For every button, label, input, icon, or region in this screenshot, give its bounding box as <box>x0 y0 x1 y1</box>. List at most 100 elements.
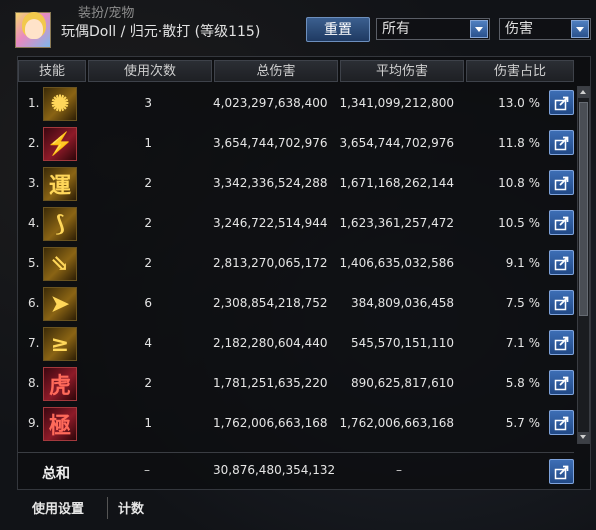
skill-glyph: ⚡ <box>46 131 74 157</box>
share-icon <box>554 96 569 111</box>
title-bar: 装扮/宠物 玩偶Doll / 归元·散打 (等级115) 重置 所有 伤害 <box>0 0 596 56</box>
slash-icon: ⚡ <box>43 127 77 161</box>
table-row: 4. ⟆ 2 3,246,722,514,944 1,623,361,257,4… <box>18 206 574 242</box>
row-rank: 6. <box>28 296 40 310</box>
chevron-down-icon[interactable] <box>571 20 589 38</box>
share-button[interactable] <box>549 250 574 275</box>
share-button[interactable] <box>549 410 574 435</box>
share-button[interactable] <box>549 290 574 315</box>
row-total: 1,781,251,635,220 <box>213 376 328 390</box>
share-button[interactable] <box>549 370 574 395</box>
row-pct: 7.5 % <box>505 296 540 310</box>
share-icon <box>554 176 569 191</box>
row-avg: 1,671,168,262,144 <box>339 176 454 190</box>
tab-count[interactable]: 计数 <box>118 498 144 517</box>
column-header-avg[interactable]: 平均伤害 <box>340 60 464 82</box>
row-pct: 5.8 % <box>505 376 540 390</box>
tab-usage-settings[interactable]: 使用设置 <box>32 498 84 517</box>
total-label: 总和 <box>42 466 70 482</box>
type-select[interactable]: 伤害 <box>499 18 591 40</box>
table-row: 9. 極 1 1,762,006,663,168 1,762,006,663,1… <box>18 406 574 442</box>
row-total: 3,342,336,524,288 <box>213 176 328 190</box>
skill-glyph: ⇘ <box>50 251 70 277</box>
total-damage: 30,876,480,354,132 <box>213 463 336 477</box>
row-rank: 7. <box>28 336 40 350</box>
scroll-up-icon[interactable] <box>578 87 589 98</box>
share-button[interactable] <box>549 90 574 115</box>
tab-divider <box>107 497 108 519</box>
row-total: 2,308,854,218,752 <box>213 296 328 310</box>
share-button[interactable] <box>549 170 574 195</box>
row-count: 1 <box>144 136 152 150</box>
skill-glyph: ≥ <box>50 331 70 357</box>
row-rank: 8. <box>28 376 40 390</box>
column-header-pct[interactable]: 伤害占比 <box>466 60 574 82</box>
row-total: 3,654,744,702,976 <box>213 136 328 150</box>
table-row: 1. ✺ 3 4,023,297,638,400 1,341,099,212,8… <box>18 86 574 122</box>
column-header-count[interactable]: 使用次数 <box>88 60 212 82</box>
row-count: 2 <box>144 376 152 390</box>
spike-icon: ≥ <box>43 327 77 361</box>
chevron-down-icon[interactable] <box>470 20 488 38</box>
row-pct: 7.1 % <box>505 336 540 350</box>
burst-icon: ✺ <box>43 87 77 121</box>
row-rank: 1. <box>28 96 40 110</box>
skill-glyph: ✺ <box>50 91 70 117</box>
share-icon <box>554 136 569 151</box>
skill-glyph: 運 <box>48 173 71 199</box>
table-row: 6. ➤ 6 2,308,854,218,752 384,809,036,458… <box>18 286 574 322</box>
row-pct: 13.0 % <box>498 96 540 110</box>
row-rank: 2. <box>28 136 40 150</box>
row-pct: 11.8 % <box>498 136 540 150</box>
row-avg: 1,762,006,663,168 <box>339 416 454 430</box>
yun-character-icon: 運 <box>43 167 77 201</box>
skill-glyph: 極 <box>48 413 71 439</box>
type-select-value: 伤害 <box>505 21 533 37</box>
row-total: 1,762,006,663,168 <box>213 416 328 430</box>
reset-button[interactable]: 重置 <box>306 17 370 42</box>
row-count: 1 <box>144 416 152 430</box>
share-icon <box>554 465 569 480</box>
row-pct: 9.1 % <box>505 256 540 270</box>
row-avg: 3,654,744,702,976 <box>339 136 454 150</box>
row-avg: 1,341,099,212,800 <box>339 96 454 110</box>
skill-glyph: 虎 <box>48 373 71 399</box>
table-row: 7. ≥ 4 2,182,280,604,440 545,570,151,110… <box>18 326 574 362</box>
row-count: 2 <box>144 256 152 270</box>
bottom-tab-bar: 使用设置 计数 <box>18 494 590 522</box>
row-rank: 9. <box>28 416 40 430</box>
share-button[interactable] <box>549 459 574 484</box>
row-rank: 5. <box>28 256 40 270</box>
row-avg: 545,570,151,110 <box>350 336 454 350</box>
row-avg: 890,625,817,610 <box>350 376 454 390</box>
row-rank: 4. <box>28 216 40 230</box>
table-scrollbar[interactable] <box>577 86 590 444</box>
scroll-thumb[interactable] <box>579 102 588 316</box>
row-pct: 10.5 % <box>498 216 540 230</box>
streak-icon: ⇘ <box>43 247 77 281</box>
filter-select[interactable]: 所有 <box>376 18 490 40</box>
row-pct: 10.8 % <box>498 176 540 190</box>
row-rank: 3. <box>28 176 40 190</box>
row-count: 6 <box>144 296 152 310</box>
background-tab-label: 装扮/宠物 <box>78 6 135 21</box>
table-row: 3. 運 2 3,342,336,524,288 1,671,168,262,1… <box>18 166 574 202</box>
ji-character-icon: 極 <box>43 407 77 441</box>
row-total: 2,813,270,065,172 <box>213 256 328 270</box>
share-button[interactable] <box>549 330 574 355</box>
shockwave-icon: ➤ <box>43 287 77 321</box>
share-icon <box>554 376 569 391</box>
row-avg: 384,809,036,458 <box>350 296 454 310</box>
character-title: 玩偶Doll / 归元·散打 (等级115) <box>61 24 261 40</box>
share-icon <box>554 216 569 231</box>
share-button[interactable] <box>549 210 574 235</box>
share-button[interactable] <box>549 130 574 155</box>
table-header: 技能 使用次数 总伤害 平均伤害 伤害占比 <box>18 60 574 82</box>
row-count: 4 <box>144 336 152 350</box>
skill-glyph: ⟆ <box>54 211 66 237</box>
column-header-skill[interactable]: 技能 <box>18 60 86 82</box>
scroll-down-icon[interactable] <box>578 432 589 443</box>
share-icon <box>554 256 569 271</box>
row-avg: 1,623,361,257,472 <box>339 216 454 230</box>
column-header-total[interactable]: 总伤害 <box>214 60 338 82</box>
